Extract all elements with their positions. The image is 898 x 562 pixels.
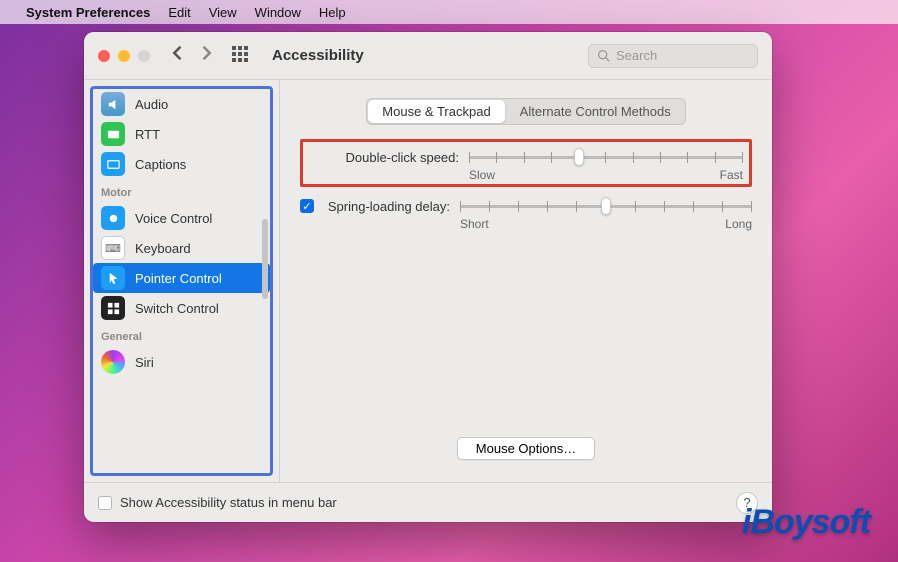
pointer-icon [101, 266, 125, 290]
scrollbar-thumb[interactable] [262, 219, 268, 299]
app-menu[interactable]: System Preferences [26, 5, 150, 20]
spring-loading-slider[interactable] [460, 197, 752, 215]
sidebar-item-label: Pointer Control [135, 271, 222, 286]
show-status-checkbox[interactable] [98, 496, 112, 510]
sidebar-item-label: RTT [135, 127, 160, 142]
sidebar-item-voice-control[interactable]: Voice Control [93, 203, 270, 233]
annotation-highlight: Double-click speed: Slow Fast [300, 139, 752, 187]
minimize-button[interactable] [118, 50, 130, 62]
footer: Show Accessibility status in menu bar ? [84, 482, 772, 522]
menu-view[interactable]: View [209, 5, 237, 20]
switch-control-icon [101, 296, 125, 320]
search-input[interactable]: Search [588, 44, 758, 68]
search-icon [597, 49, 610, 62]
sidebar-list[interactable]: Audio RTT Captions Motor Voice Control ⌨ [90, 86, 273, 476]
menu-help[interactable]: Help [319, 5, 346, 20]
show-all-icon[interactable] [232, 46, 252, 66]
watermark: iBoysoft [742, 503, 870, 542]
slider-max-label: Long [725, 217, 752, 231]
show-status-label: Show Accessibility status in menu bar [120, 495, 337, 510]
slider-knob[interactable] [574, 148, 584, 166]
sidebar-item-siri[interactable]: Siri [93, 347, 270, 377]
sidebar-item-switch-control[interactable]: Switch Control [93, 293, 270, 323]
double-click-slider[interactable] [469, 148, 743, 166]
audio-icon [101, 92, 125, 116]
sidebar-item-keyboard[interactable]: ⌨ Keyboard [93, 233, 270, 263]
slider-min-label: Short [460, 217, 489, 231]
slider-max-label: Fast [720, 168, 743, 182]
captions-icon [101, 152, 125, 176]
double-click-label: Double-click speed: [309, 148, 459, 165]
zoom-button[interactable] [138, 50, 150, 62]
tab-mouse-trackpad[interactable]: Mouse & Trackpad [368, 100, 504, 123]
siri-icon [101, 350, 125, 374]
sidebar-item-rtt[interactable]: RTT [93, 119, 270, 149]
search-placeholder: Search [616, 48, 657, 63]
sidebar-item-label: Captions [135, 157, 186, 172]
content-pane: Mouse & Trackpad Alternate Control Metho… [280, 80, 772, 482]
sidebar-item-label: Switch Control [135, 301, 219, 316]
forward-button[interactable] [196, 43, 216, 68]
traffic-lights [98, 50, 150, 62]
sidebar: Audio RTT Captions Motor Voice Control ⌨ [84, 80, 280, 482]
sidebar-header-motor: Motor [93, 179, 270, 203]
mouse-options-button[interactable]: Mouse Options… [457, 437, 595, 460]
sidebar-item-audio[interactable]: Audio [93, 89, 270, 119]
sidebar-item-label: Audio [135, 97, 168, 112]
sidebar-item-label: Siri [135, 355, 154, 370]
voice-control-icon [101, 206, 125, 230]
slider-knob[interactable] [601, 197, 611, 215]
titlebar: Accessibility Search [84, 32, 772, 80]
sidebar-header-general: General [93, 323, 270, 347]
menu-window[interactable]: Window [255, 5, 301, 20]
sidebar-item-pointer-control[interactable]: Pointer Control [93, 263, 270, 293]
tab-alternate-control[interactable]: Alternate Control Methods [506, 99, 685, 124]
keyboard-icon: ⌨ [101, 236, 125, 260]
rtt-icon [101, 122, 125, 146]
preferences-window: Accessibility Search Audio RTT Captions [84, 32, 772, 522]
spring-loading-checkbox[interactable]: ✓ [300, 199, 314, 213]
back-button[interactable] [168, 43, 188, 68]
menubar: System Preferences Edit View Window Help [0, 0, 898, 24]
sidebar-item-label: Voice Control [135, 211, 212, 226]
sidebar-item-captions[interactable]: Captions [93, 149, 270, 179]
sidebar-item-label: Keyboard [135, 241, 191, 256]
slider-min-label: Slow [469, 168, 495, 182]
menu-edit[interactable]: Edit [168, 5, 190, 20]
tab-bar: Mouse & Trackpad Alternate Control Metho… [366, 98, 685, 125]
window-title: Accessibility [272, 47, 364, 64]
close-button[interactable] [98, 50, 110, 62]
spring-loading-label: ✓ Spring-loading delay: [300, 197, 450, 214]
